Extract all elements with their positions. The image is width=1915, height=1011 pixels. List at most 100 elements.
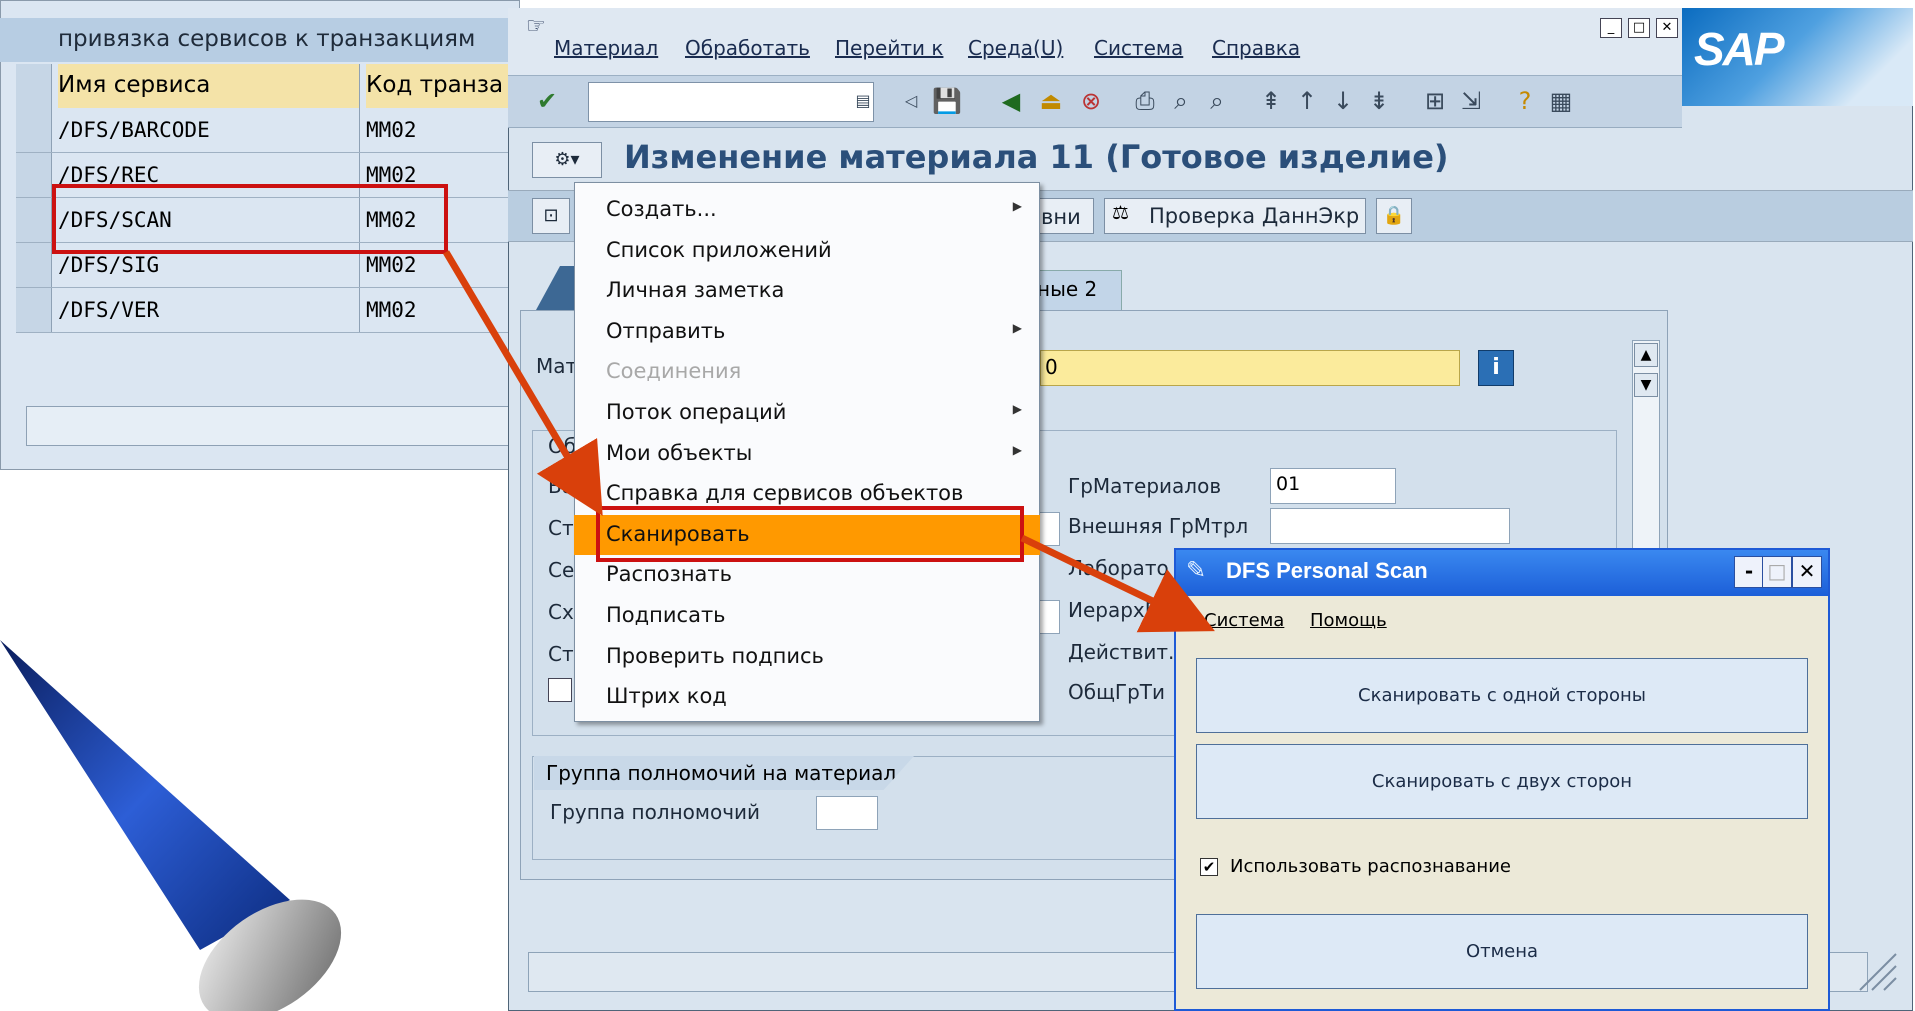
column-header-service-name[interactable]: Имя сервиса [58, 64, 360, 108]
material-number-field[interactable]: 0 [1040, 350, 1460, 386]
field-label: Внешняя ГрМтрл [1068, 514, 1249, 538]
field-label-partial: Ст [548, 642, 574, 666]
field-label: ГрМатериалов [1068, 474, 1222, 498]
enter-check-icon[interactable]: ✔ [532, 86, 562, 116]
field-input[interactable] [1270, 508, 1510, 544]
sap-menu-item-0[interactable]: Материал [554, 36, 658, 60]
use-recognition-label: Использовать распознавание [1230, 856, 1511, 877]
services-for-object-button[interactable]: ⚙▾ [532, 142, 602, 178]
org-levels-icon[interactable]: ⊡ [532, 198, 570, 234]
check-screen-data-button[interactable]: Проверка ДаннЭкр [1104, 198, 1366, 234]
context-menu-item[interactable]: Личная заметка [574, 271, 1040, 311]
context-menu-item-label: Соединения [606, 359, 742, 384]
row-selector[interactable] [16, 153, 52, 197]
exit-icon[interactable]: ⏏ [1036, 86, 1066, 116]
resize-grip-icon[interactable] [1856, 950, 1900, 994]
row-selector[interactable] [16, 288, 52, 332]
scroll-down-icon[interactable]: ▼ [1634, 373, 1658, 397]
find-icon[interactable]: ⌕ [1166, 86, 1196, 116]
maximize-icon[interactable]: □ [1628, 18, 1650, 38]
menu-entry-icon[interactable]: ☞ [526, 14, 546, 39]
dfs-menu-system[interactable]: Система [1204, 610, 1284, 631]
context-menu-item-label: Поток операций [606, 400, 787, 424]
context-menu-item[interactable]: Подписать [574, 596, 1040, 636]
context-menu-item-label: Распознать [606, 562, 733, 587]
row-selector[interactable] [16, 243, 52, 287]
field-label: ОбщГрТи [1068, 680, 1166, 704]
annotation-box-scan-item [596, 506, 1024, 562]
sap-menu-item-1[interactable]: Обработать [685, 36, 810, 60]
use-recognition-checkbox[interactable]: ✔ [1200, 858, 1218, 876]
dfs-close-icon[interactable]: ✕ [1792, 556, 1822, 588]
context-menu-item-label: Мои объекты [606, 440, 753, 465]
cancel-button[interactable]: Отмена [1196, 914, 1808, 989]
minimize-icon[interactable]: _ [1600, 18, 1622, 38]
context-menu-item[interactable]: Поток операций ▶ [574, 393, 1040, 433]
scroll-up-icon[interactable]: ▲ [1634, 343, 1658, 367]
context-menu-item[interactable]: Отправить ▶ [574, 312, 1040, 352]
sap-menu-item-5[interactable]: Справка [1212, 36, 1300, 60]
dfs-minimize-icon[interactable]: - [1734, 556, 1764, 588]
close-icon[interactable]: ✕ [1656, 18, 1678, 38]
scanner-icon: ✎ [1186, 556, 1207, 584]
help-icon[interactable]: ? [1510, 86, 1540, 116]
command-history-icon[interactable]: ▤ [848, 86, 878, 116]
field-input[interactable]: 01 [1270, 468, 1396, 504]
sap-menu-item-4[interactable]: Система [1094, 36, 1183, 60]
context-menu-item-label: Штрих код [606, 684, 727, 709]
sap-logo: SAP [1682, 8, 1913, 106]
row-selector-header[interactable] [16, 64, 52, 108]
cell-transaction-code[interactable]: MM02 [366, 288, 520, 332]
back-icon[interactable]: ◀ [996, 86, 1026, 116]
page-title: Изменение материала 11 (Готовое изделие) [624, 138, 1449, 176]
find-next-icon[interactable]: ⌕ [1202, 86, 1232, 116]
cell-transaction-code[interactable]: MM02 [366, 108, 520, 152]
field-label-partial: Об [548, 434, 577, 458]
material-info-icon[interactable]: i [1478, 350, 1514, 386]
back-arrow-small-icon[interactable]: ◁ [896, 86, 926, 116]
column-header-transaction-code[interactable]: Код транза [366, 64, 520, 108]
submenu-arrow-icon: ▶ [1012, 402, 1022, 416]
cancel-icon[interactable]: ⊗ [1076, 86, 1106, 116]
sap-menu-item-2[interactable]: Перейти к [835, 36, 943, 60]
context-menu-item-label: Подписать [606, 603, 726, 627]
command-field[interactable] [588, 82, 874, 122]
next-page-icon[interactable]: ↓ [1328, 86, 1358, 116]
field-label: Действит. [1068, 640, 1175, 664]
context-menu-item[interactable]: Штрих код [574, 677, 1040, 717]
cell-service-name[interactable]: /DFS/BARCODE [58, 108, 360, 152]
cell-service-name[interactable]: /DFS/VER [58, 288, 360, 332]
row-selector[interactable] [16, 108, 52, 152]
context-menu-item[interactable]: Создать... ▶ [574, 190, 1040, 230]
first-page-icon[interactable]: ⇞ [1256, 86, 1286, 116]
lock-icon[interactable]: 🔒 [1376, 198, 1412, 234]
context-menu-item[interactable]: Проверить подпись [574, 637, 1040, 677]
decorative-pointer-graphic [0, 640, 342, 1011]
general-checkbox[interactable] [548, 678, 572, 702]
create-session-icon[interactable]: ⊞ [1420, 86, 1450, 116]
dfs-menu-help[interactable]: Помощь [1310, 610, 1387, 631]
field-label-partial: Сх [548, 600, 574, 624]
print-icon[interactable]: ⎙ [1130, 86, 1160, 116]
save-icon[interactable]: 💾 [932, 86, 962, 116]
scan-duplex-button[interactable]: Сканировать с двух сторон [1196, 744, 1808, 819]
shortcut-icon[interactable]: ⇲ [1456, 86, 1486, 116]
row-divider [16, 332, 520, 333]
submenu-arrow-icon: ▶ [1012, 320, 1022, 335]
tab-basic-data-2[interactable]: ные 2 [1036, 270, 1122, 312]
row-selector[interactable] [16, 198, 52, 242]
left-status-field [26, 406, 520, 446]
last-page-icon[interactable]: ⇟ [1364, 86, 1394, 116]
context-menu-item: Соединения [574, 352, 1040, 392]
field-label: Лаборато [1068, 556, 1169, 580]
context-menu-item[interactable]: Список приложений [574, 231, 1040, 271]
dfs-maximize-icon[interactable]: □ [1762, 556, 1792, 588]
auth-group-field[interactable] [816, 796, 878, 830]
submenu-arrow-icon: ▶ [1012, 442, 1022, 457]
context-menu-item[interactable]: Мои объекты ▶ [574, 434, 1040, 474]
material-label: Мат [536, 354, 578, 378]
sap-menu-item-3[interactable]: Среда(U) [968, 36, 1063, 60]
scan-simplex-button[interactable]: Сканировать с одной стороны [1196, 658, 1808, 733]
layout-menu-icon[interactable]: ▦ [1546, 86, 1576, 116]
previous-page-icon[interactable]: ↑ [1292, 86, 1322, 116]
